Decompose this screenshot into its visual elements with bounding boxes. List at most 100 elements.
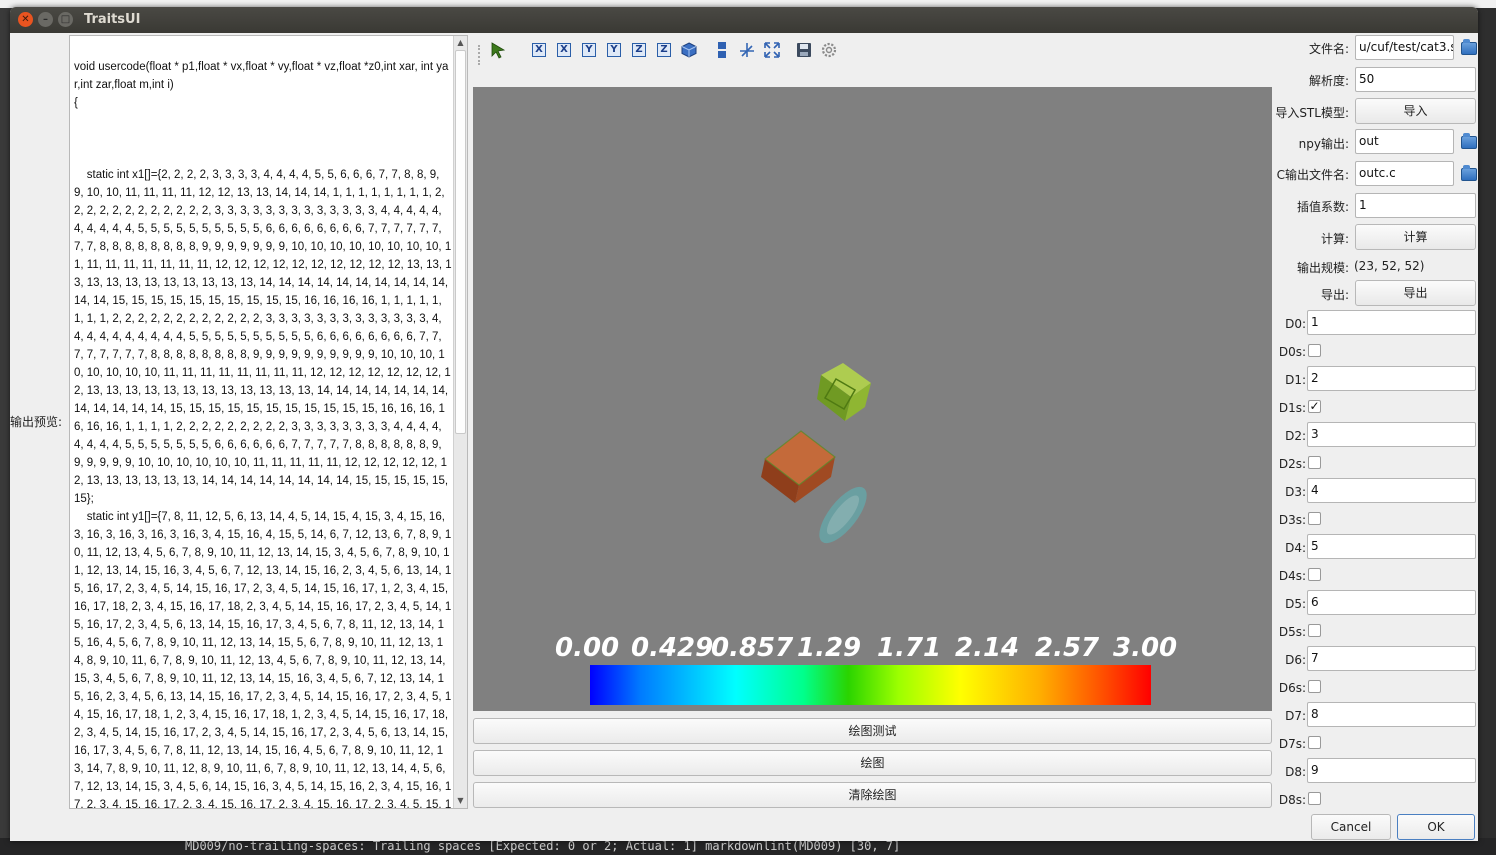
scene-toolbar: X X Y Y Z Z (472, 35, 1282, 65)
d-value-input[interactable]: 6 (1307, 590, 1476, 615)
isometric-view-icon[interactable] (679, 40, 699, 60)
compute-button[interactable]: 计算 (1355, 224, 1476, 250)
output-scale-value: (23, 52, 52) (1354, 259, 1425, 273)
view-z-plus-icon[interactable]: Z (629, 40, 649, 60)
d-scale-checkbox[interactable] (1308, 344, 1321, 357)
d-scale-checkbox[interactable] (1308, 624, 1321, 637)
d-value-label: D2: (1285, 429, 1306, 443)
d-value-input[interactable]: 9 (1307, 758, 1476, 783)
browse-file-icon[interactable] (1461, 39, 1477, 55)
d-scale-label: D4s: (1278, 569, 1306, 583)
colorbar-label: 0.00 (555, 633, 620, 663)
colorbar-label: 2.57 (1035, 633, 1100, 663)
d-value-input[interactable]: 2 (1307, 366, 1476, 391)
resolution-label: 解析度: (1308, 74, 1349, 88)
d-value-label: D5: (1285, 597, 1306, 611)
import-stl-label: 导入STL模型: (1275, 106, 1349, 120)
d-scale-checkbox[interactable] (1308, 680, 1321, 693)
view-x-minus-icon[interactable]: X (554, 40, 574, 60)
orange-cube-object (761, 430, 836, 503)
test-plot-button[interactable]: 绘图测试 (473, 718, 1272, 744)
parallel-projection-icon[interactable] (712, 40, 732, 60)
filename-label: 文件名: (1308, 42, 1349, 56)
c-output-label: C输出文件名: (1276, 168, 1349, 182)
c-output-input[interactable]: outc.c (1355, 161, 1454, 186)
colorbar-label: 0.429 (631, 633, 714, 663)
d-scale-checkbox[interactable] (1308, 736, 1321, 749)
select-icon[interactable] (488, 40, 508, 60)
colorbar-labels: 0.00 0.429 0.857 1.29 1.71 2.14 2.57 3.0… (555, 633, 1178, 667)
d-value-label: D4: (1285, 541, 1306, 555)
output-preview-code: void usercode(float * p1,float * vx,floa… (74, 61, 452, 809)
scroll-down-icon[interactable]: ▼ (454, 794, 467, 808)
colorbar (590, 665, 1151, 705)
export-button[interactable]: 导出 (1355, 280, 1476, 306)
settings-icon[interactable] (819, 40, 839, 60)
green-cube-object (817, 363, 871, 421)
d-scale-label: D0s: (1278, 345, 1306, 359)
scrollbar-thumb[interactable] (455, 50, 466, 434)
d-scale-checkbox[interactable] (1308, 792, 1321, 805)
window-minimize-button[interactable]: – (38, 12, 53, 27)
d-scale-checkbox[interactable]: ✓ (1308, 400, 1321, 413)
d-value-input[interactable]: 3 (1307, 422, 1476, 447)
desktop-background-right (1478, 8, 1496, 855)
compute-label: 计算: (1320, 232, 1349, 246)
output-preview-label: 输出预览: (10, 415, 63, 429)
output-scale-label: 输出规模: (1296, 261, 1349, 275)
cancel-button[interactable]: Cancel (1311, 814, 1391, 840)
view-y-plus-icon[interactable]: Y (579, 40, 599, 60)
toolbar-grip[interactable] (478, 45, 481, 65)
colorbar-label: 2.14 (955, 633, 1020, 663)
filename-input[interactable]: u/cuf/test/cat3.stl (1355, 35, 1454, 60)
save-icon[interactable] (794, 40, 814, 60)
output-preview-textarea[interactable]: void usercode(float * p1,float * vx,floa… (69, 35, 468, 809)
d-value-input[interactable]: 8 (1307, 702, 1476, 727)
import-button[interactable]: 导入 (1355, 98, 1476, 124)
window-close-button[interactable]: ✕ (18, 12, 33, 27)
d-value-label: D0: (1285, 317, 1306, 331)
clear-plot-button[interactable]: 清除绘图 (473, 782, 1272, 808)
view-z-minus-icon[interactable]: Z (654, 40, 674, 60)
fullscreen-icon[interactable] (762, 40, 782, 60)
d-value-label: D1: (1285, 373, 1306, 387)
d-value-input[interactable]: 7 (1307, 646, 1476, 671)
colorbar-label: 0.857 (711, 633, 794, 663)
d-scale-label: D1s: (1278, 401, 1306, 415)
d-scale-checkbox[interactable] (1308, 568, 1321, 581)
d-scale-label: D8s: (1278, 793, 1306, 807)
plot-button[interactable]: 绘图 (473, 750, 1272, 776)
browse-c-file-icon[interactable] (1461, 165, 1477, 181)
axes-icon[interactable] (737, 40, 757, 60)
view-y-minus-icon[interactable]: Y (604, 40, 624, 60)
d-scale-label: D2s: (1278, 457, 1306, 471)
colorbar-label: 1.29 (797, 633, 862, 663)
colorbar-label: 1.71 (877, 633, 942, 663)
npy-output-input[interactable]: out (1355, 129, 1454, 154)
d-value-input[interactable]: 4 (1307, 478, 1476, 503)
ok-button[interactable]: OK (1397, 814, 1475, 840)
d-value-label: D6: (1285, 653, 1306, 667)
d-scale-checkbox[interactable] (1308, 512, 1321, 525)
cyan-ring-object (819, 486, 867, 544)
d-scale-label: D3s: (1278, 513, 1306, 527)
browse-npy-icon[interactable] (1461, 133, 1477, 149)
d-value-label: D3: (1285, 485, 1306, 499)
d-scale-label: D6s: (1278, 681, 1306, 695)
interp-label: 插值系数: (1296, 200, 1349, 214)
scene-viewport[interactable]: 0.00 0.429 0.857 1.29 1.71 2.14 2.57 3.0… (473, 87, 1272, 711)
d-value-input[interactable]: 5 (1307, 534, 1476, 559)
traitsui-window: ✕ – □ TraitsUI 输出预览: void usercode(float… (10, 7, 1478, 841)
interp-input[interactable]: 1 (1355, 193, 1476, 218)
colorbar-label: 3.00 (1113, 633, 1178, 663)
d-value-input[interactable]: 1 (1307, 310, 1476, 335)
view-x-plus-icon[interactable]: X (529, 40, 549, 60)
scroll-up-icon[interactable]: ▲ (454, 36, 467, 50)
d-scale-label: D7s: (1278, 737, 1306, 751)
window-title: TraitsUI (84, 12, 141, 27)
window-maximize-button[interactable]: □ (58, 12, 73, 27)
d-scale-checkbox[interactable] (1308, 456, 1321, 469)
preview-scrollbar[interactable]: ▲ ▼ (453, 36, 467, 808)
resolution-input[interactable]: 50 (1355, 67, 1476, 92)
titlebar: ✕ – □ TraitsUI (10, 7, 1478, 33)
